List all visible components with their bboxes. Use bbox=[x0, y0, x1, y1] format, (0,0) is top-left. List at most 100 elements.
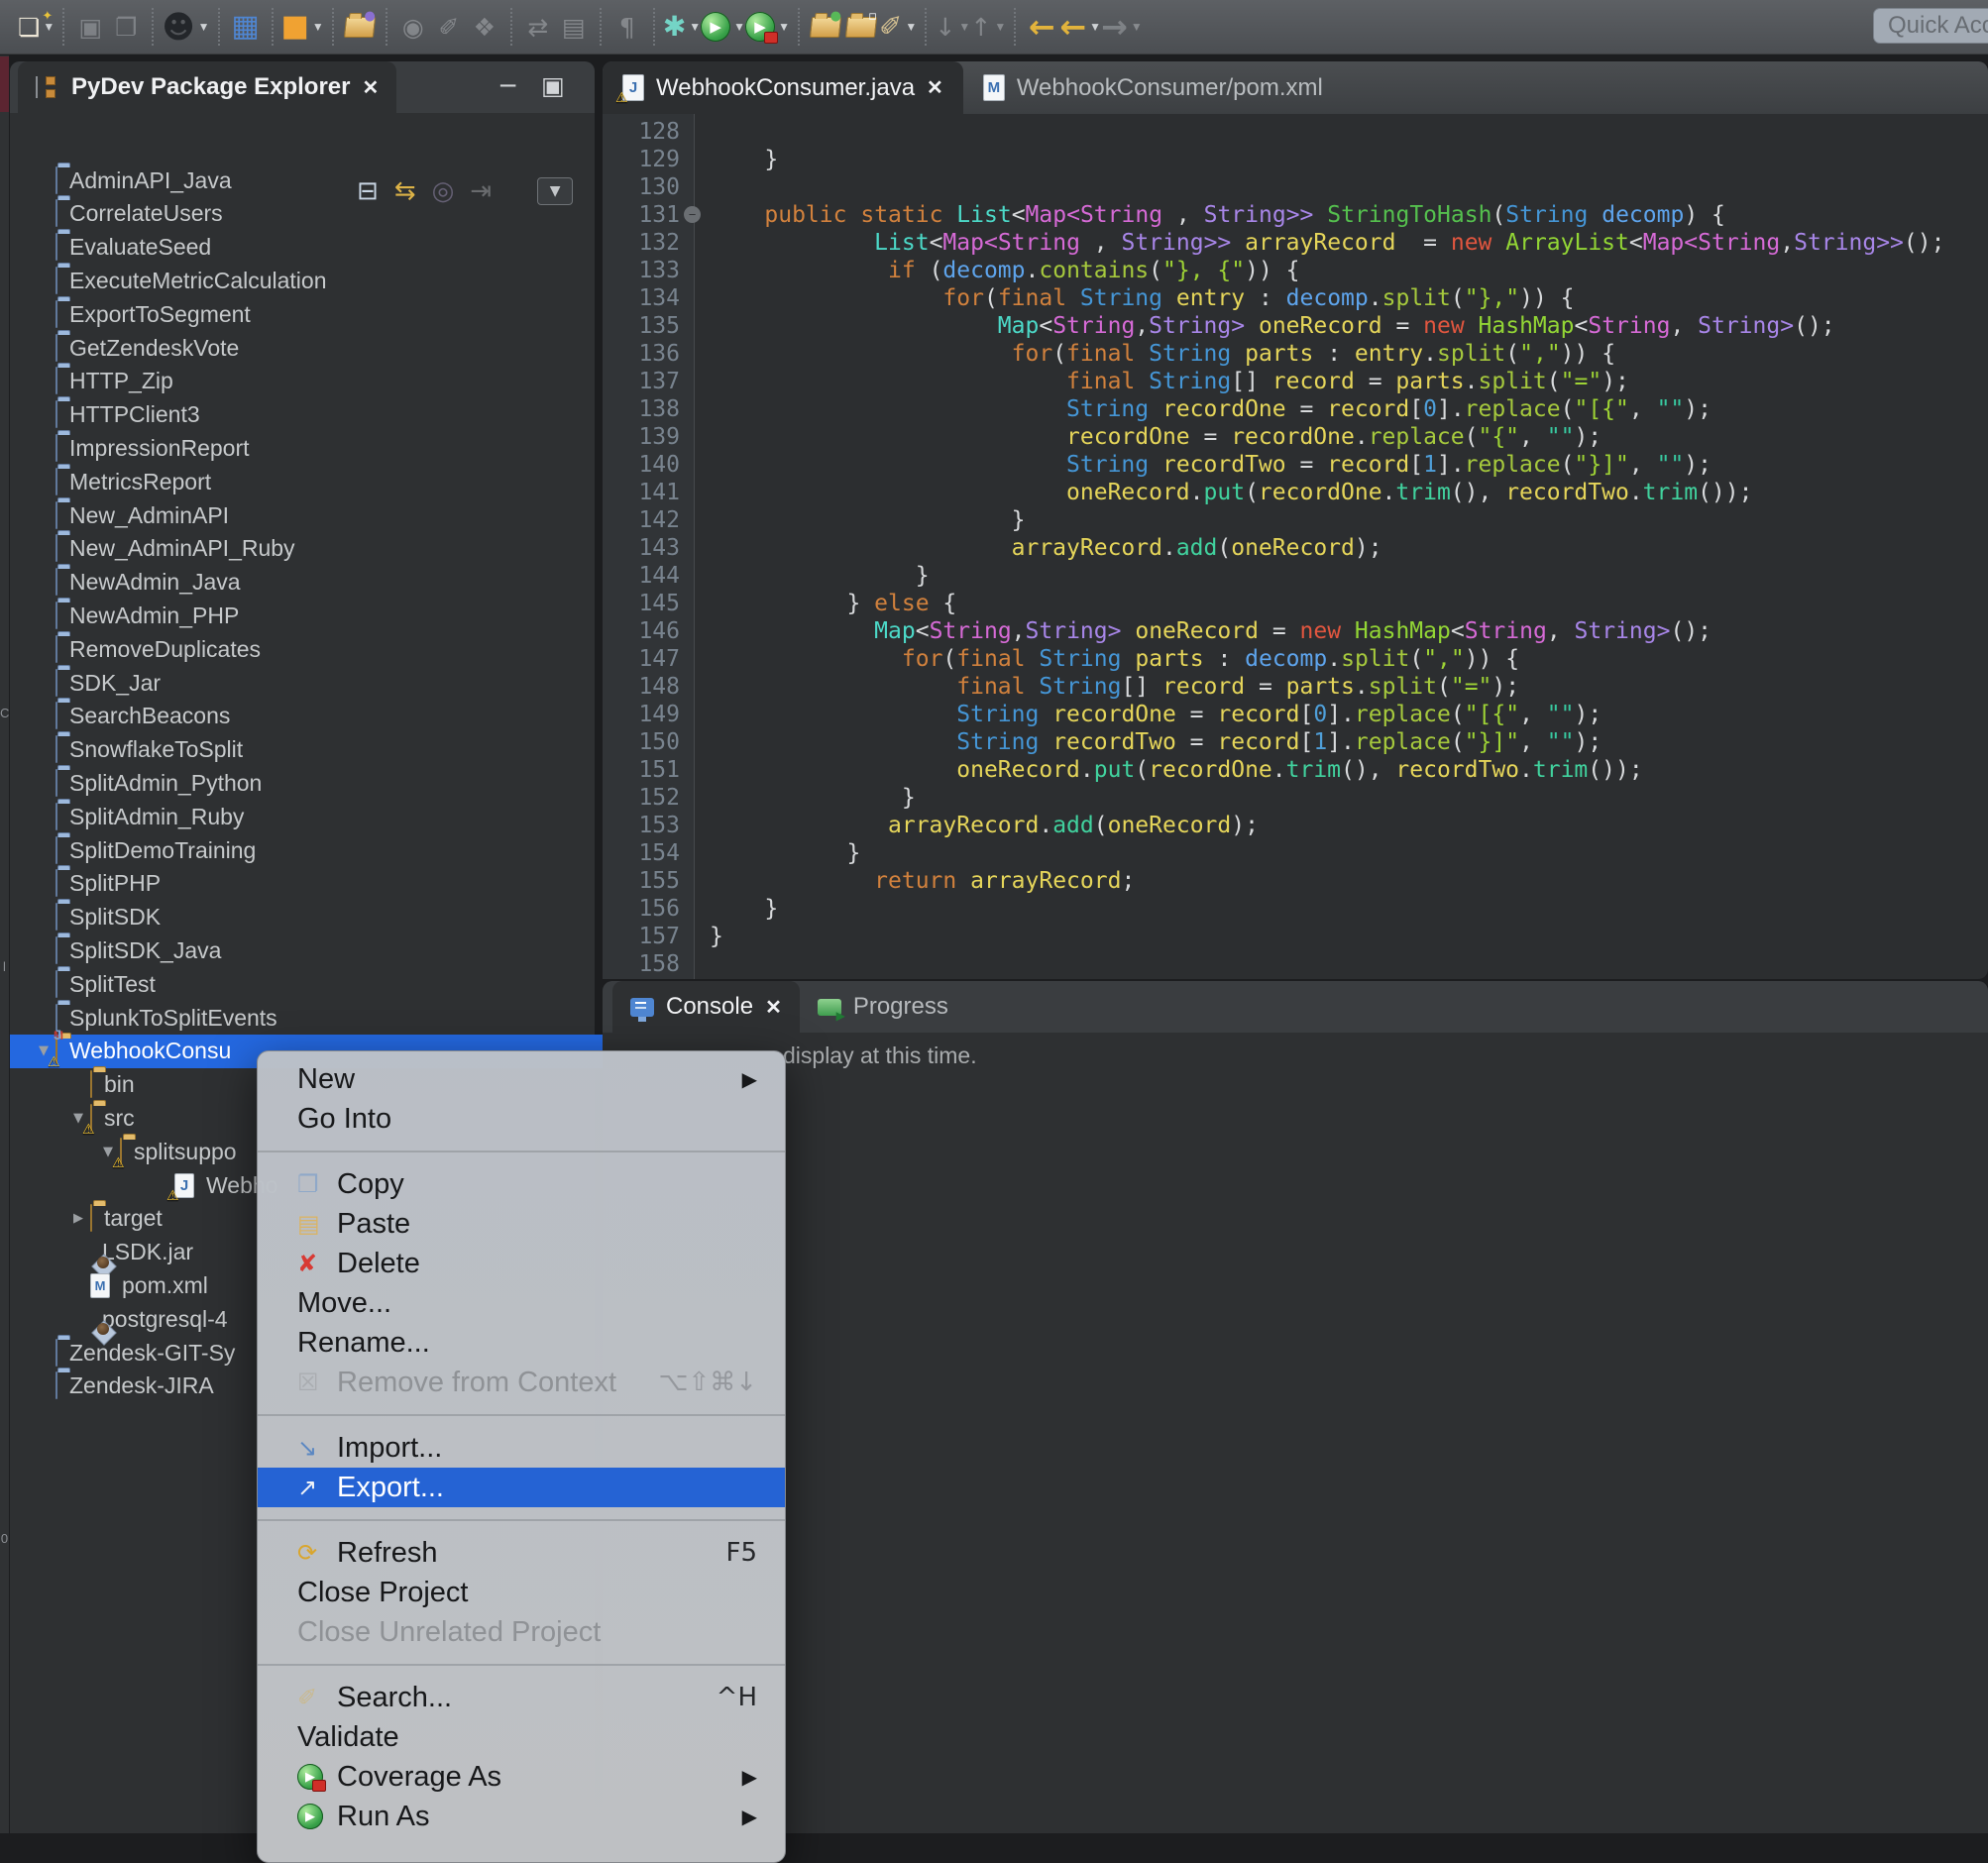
new-wizard-button[interactable]: ❏✦▼ bbox=[18, 8, 55, 46]
close-icon[interactable]: ✕ bbox=[927, 75, 943, 100]
mylyn-task-button[interactable]: ■▼ bbox=[281, 8, 324, 46]
save-button[interactable]: ▣ bbox=[72, 8, 108, 46]
tree-item-new-adminapi-ruby[interactable]: New_AdminAPI_Ruby bbox=[10, 532, 640, 566]
line-number: 130 bbox=[603, 173, 696, 201]
menu-shortcut: F5 bbox=[726, 1538, 758, 1568]
menu-item-validate[interactable]: Validate bbox=[258, 1717, 785, 1757]
run-button[interactable]: ▶▼ bbox=[701, 8, 745, 46]
line-number: 134 bbox=[603, 284, 696, 312]
close-icon[interactable]: ✕ bbox=[765, 995, 782, 1020]
save-all-button[interactable]: ❐ bbox=[108, 8, 144, 46]
dropdown-arrow-icon[interactable]: ▼ bbox=[1131, 20, 1143, 34]
toolbar-group: ● ▫✐▼ bbox=[798, 8, 925, 46]
menu-item-new[interactable]: New▶ bbox=[258, 1059, 785, 1099]
tab-webhookconsumer-java[interactable]: J⚠ WebhookConsumer.java ✕ bbox=[603, 61, 963, 114]
tree-item-splitdemotraining[interactable]: SplitDemoTraining bbox=[10, 833, 640, 867]
tree-item-executemetriccalculation[interactable]: ExecuteMetricCalculation bbox=[10, 264, 640, 297]
dropdown-arrow-icon[interactable]: ▼ bbox=[1089, 20, 1101, 34]
tree-item-newadmin-php[interactable]: NewAdmin_PHP bbox=[10, 599, 640, 632]
line-number: 145 bbox=[603, 590, 696, 617]
tree-item-splunktosplitevents[interactable]: SplunkToSplitEvents bbox=[10, 1001, 640, 1035]
tab-console[interactable]: Console ✕ bbox=[612, 981, 800, 1033]
tree-item-sdk-jar[interactable]: SDK_Jar bbox=[10, 666, 640, 700]
back-history-button[interactable]: ←▼ bbox=[1059, 8, 1101, 46]
tree-item-httpclient3[interactable]: HTTPClient3 bbox=[10, 398, 640, 432]
toolbar-group: ←←▼→▼ bbox=[1014, 8, 1150, 46]
dropdown-arrow-icon[interactable]: ▼ bbox=[994, 20, 1006, 34]
open-task-button[interactable]: ● bbox=[342, 8, 378, 46]
code-editor[interactable]: 128129 }130131 public static List<Map<St… bbox=[603, 118, 1944, 978]
dropdown-arrow-icon[interactable]: ▼ bbox=[905, 20, 917, 34]
push-up-button[interactable]: ↑▼ bbox=[970, 8, 1006, 46]
menu-item-label: Coverage As bbox=[337, 1761, 726, 1794]
tree-item-http-zip[interactable]: HTTP_Zip bbox=[10, 365, 640, 398]
back-button[interactable]: ← bbox=[1024, 8, 1059, 46]
menu-item-remove-from-context[interactable]: ☒Remove from Context⌥⇧⌘↓ bbox=[258, 1363, 785, 1402]
menu-item-close-project[interactable]: Close Project bbox=[258, 1573, 785, 1612]
menu-item-search[interactable]: ✐Search...^H bbox=[258, 1678, 785, 1717]
quick-access-box[interactable]: Quick Access bbox=[1873, 8, 1988, 44]
paste-folder-button[interactable]: ▫ bbox=[843, 8, 879, 46]
stamp-button[interactable]: ◉ bbox=[395, 8, 431, 46]
menu-item-export[interactable]: ↗Export... bbox=[258, 1468, 785, 1507]
tree-item-splitphp[interactable]: SplitPHP bbox=[10, 867, 640, 901]
tree-item-splittest[interactable]: SplitTest bbox=[10, 967, 640, 1001]
paste-folder-badge-icon: ▫ bbox=[868, 9, 877, 24]
tree-item-newadmin-java[interactable]: NewAdmin_Java bbox=[10, 566, 640, 600]
mark-occurrences-button[interactable]: ✐ bbox=[431, 8, 467, 46]
dropdown-arrow-icon[interactable]: ▼ bbox=[733, 20, 745, 34]
editor-tab-label: WebhookConsumer/pom.xml bbox=[1017, 74, 1323, 102]
menu-item-label: Run As bbox=[337, 1801, 726, 1833]
tree-item-evaluateseed[interactable]: EvaluateSeed bbox=[10, 231, 640, 265]
menu-item-close-unrelated-project[interactable]: Close Unrelated Project bbox=[258, 1612, 785, 1652]
tree-item-new-adminapi[interactable]: New_AdminAPI bbox=[10, 498, 640, 532]
tree-item-label: ExecuteMetricCalculation bbox=[69, 268, 327, 294]
dropdown-arrow-icon[interactable]: ▼ bbox=[312, 20, 324, 34]
dropdown-arrow-icon[interactable]: ▼ bbox=[778, 20, 790, 34]
menu-item-paste[interactable]: ▤Paste bbox=[258, 1204, 785, 1244]
tree-item-getzendeskvote[interactable]: GetZendeskVote bbox=[10, 331, 640, 365]
menu-item-run-as[interactable]: ▶Run As▶ bbox=[258, 1797, 785, 1836]
tree-item-removeduplicates[interactable]: RemoveDuplicates bbox=[10, 632, 640, 666]
menu-item-delete[interactable]: ✘Delete bbox=[258, 1244, 785, 1283]
tree-item-correlateusers[interactable]: CorrelateUsers bbox=[10, 197, 640, 231]
compare-button[interactable]: ⇄ bbox=[520, 8, 556, 46]
tree-item-snowflaketosplit[interactable]: SnowflakeToSplit bbox=[10, 733, 640, 767]
outline-button[interactable]: ▤ bbox=[556, 8, 592, 46]
menu-item-import[interactable]: ↘Import... bbox=[258, 1428, 785, 1468]
tree-item-impressionreport[interactable]: ImpressionReport bbox=[10, 431, 640, 465]
user-profile-button[interactable]: ☻▼ bbox=[162, 8, 209, 46]
open-folder-button[interactable]: ● bbox=[808, 8, 843, 46]
debug-button[interactable]: ✱▼ bbox=[663, 8, 701, 46]
tab-progress[interactable]: Progress bbox=[800, 981, 966, 1033]
menu-item-go-into[interactable]: Go Into bbox=[258, 1099, 785, 1139]
menu-item-rename[interactable]: Rename... bbox=[258, 1323, 785, 1363]
team-sync-button[interactable]: ❖ bbox=[467, 8, 502, 46]
dropdown-arrow-icon[interactable]: ▼ bbox=[958, 20, 970, 34]
toolbar-group: ✱▼▶▼▶▼ bbox=[653, 8, 798, 46]
tree-item-splitsdk-java[interactable]: SplitSDK_Java bbox=[10, 933, 640, 967]
forward-button[interactable]: →▼ bbox=[1101, 8, 1143, 46]
tab-webhookconsumer-pom-xml[interactable]: M WebhookConsumer/pom.xml bbox=[963, 61, 1343, 114]
annotate-button[interactable]: ✐▼ bbox=[879, 8, 917, 46]
left-edge-accent bbox=[0, 56, 9, 112]
menu-item-refresh[interactable]: ⟳RefreshF5 bbox=[258, 1533, 785, 1573]
tree-item-exporttosegment[interactable]: ExportToSegment bbox=[10, 297, 640, 331]
tree-item-splitadmin-ruby[interactable]: SplitAdmin_Ruby bbox=[10, 800, 640, 833]
console-view-button[interactable]: ▦ bbox=[228, 8, 264, 46]
menu-item-move[interactable]: Move... bbox=[258, 1283, 785, 1323]
show-whitespace-button[interactable]: ¶ bbox=[609, 8, 645, 46]
pull-down-button[interactable]: ↓▼ bbox=[935, 8, 970, 46]
tree-item-splitsdk[interactable]: SplitSDK bbox=[10, 901, 640, 934]
menu-item-coverage-as[interactable]: ▶Coverage As▶ bbox=[258, 1757, 785, 1797]
profile-button[interactable]: ▶▼ bbox=[745, 8, 790, 46]
fold-collapse-icon[interactable]: − bbox=[684, 206, 701, 223]
menu-item-copy[interactable]: ❐Copy bbox=[258, 1164, 785, 1204]
tree-item-adminapi-java[interactable]: AdminAPI_Java bbox=[10, 164, 640, 197]
tree-item-metricsreport[interactable]: MetricsReport bbox=[10, 465, 640, 498]
dropdown-arrow-icon[interactable]: ▼ bbox=[198, 20, 210, 34]
chevron-right-icon[interactable]: ▶ bbox=[66, 1211, 90, 1226]
tree-item-searchbeacons[interactable]: SearchBeacons bbox=[10, 700, 640, 733]
dropdown-arrow-icon[interactable]: ▼ bbox=[689, 20, 701, 34]
tree-item-splitadmin-python[interactable]: SplitAdmin_Python bbox=[10, 766, 640, 800]
